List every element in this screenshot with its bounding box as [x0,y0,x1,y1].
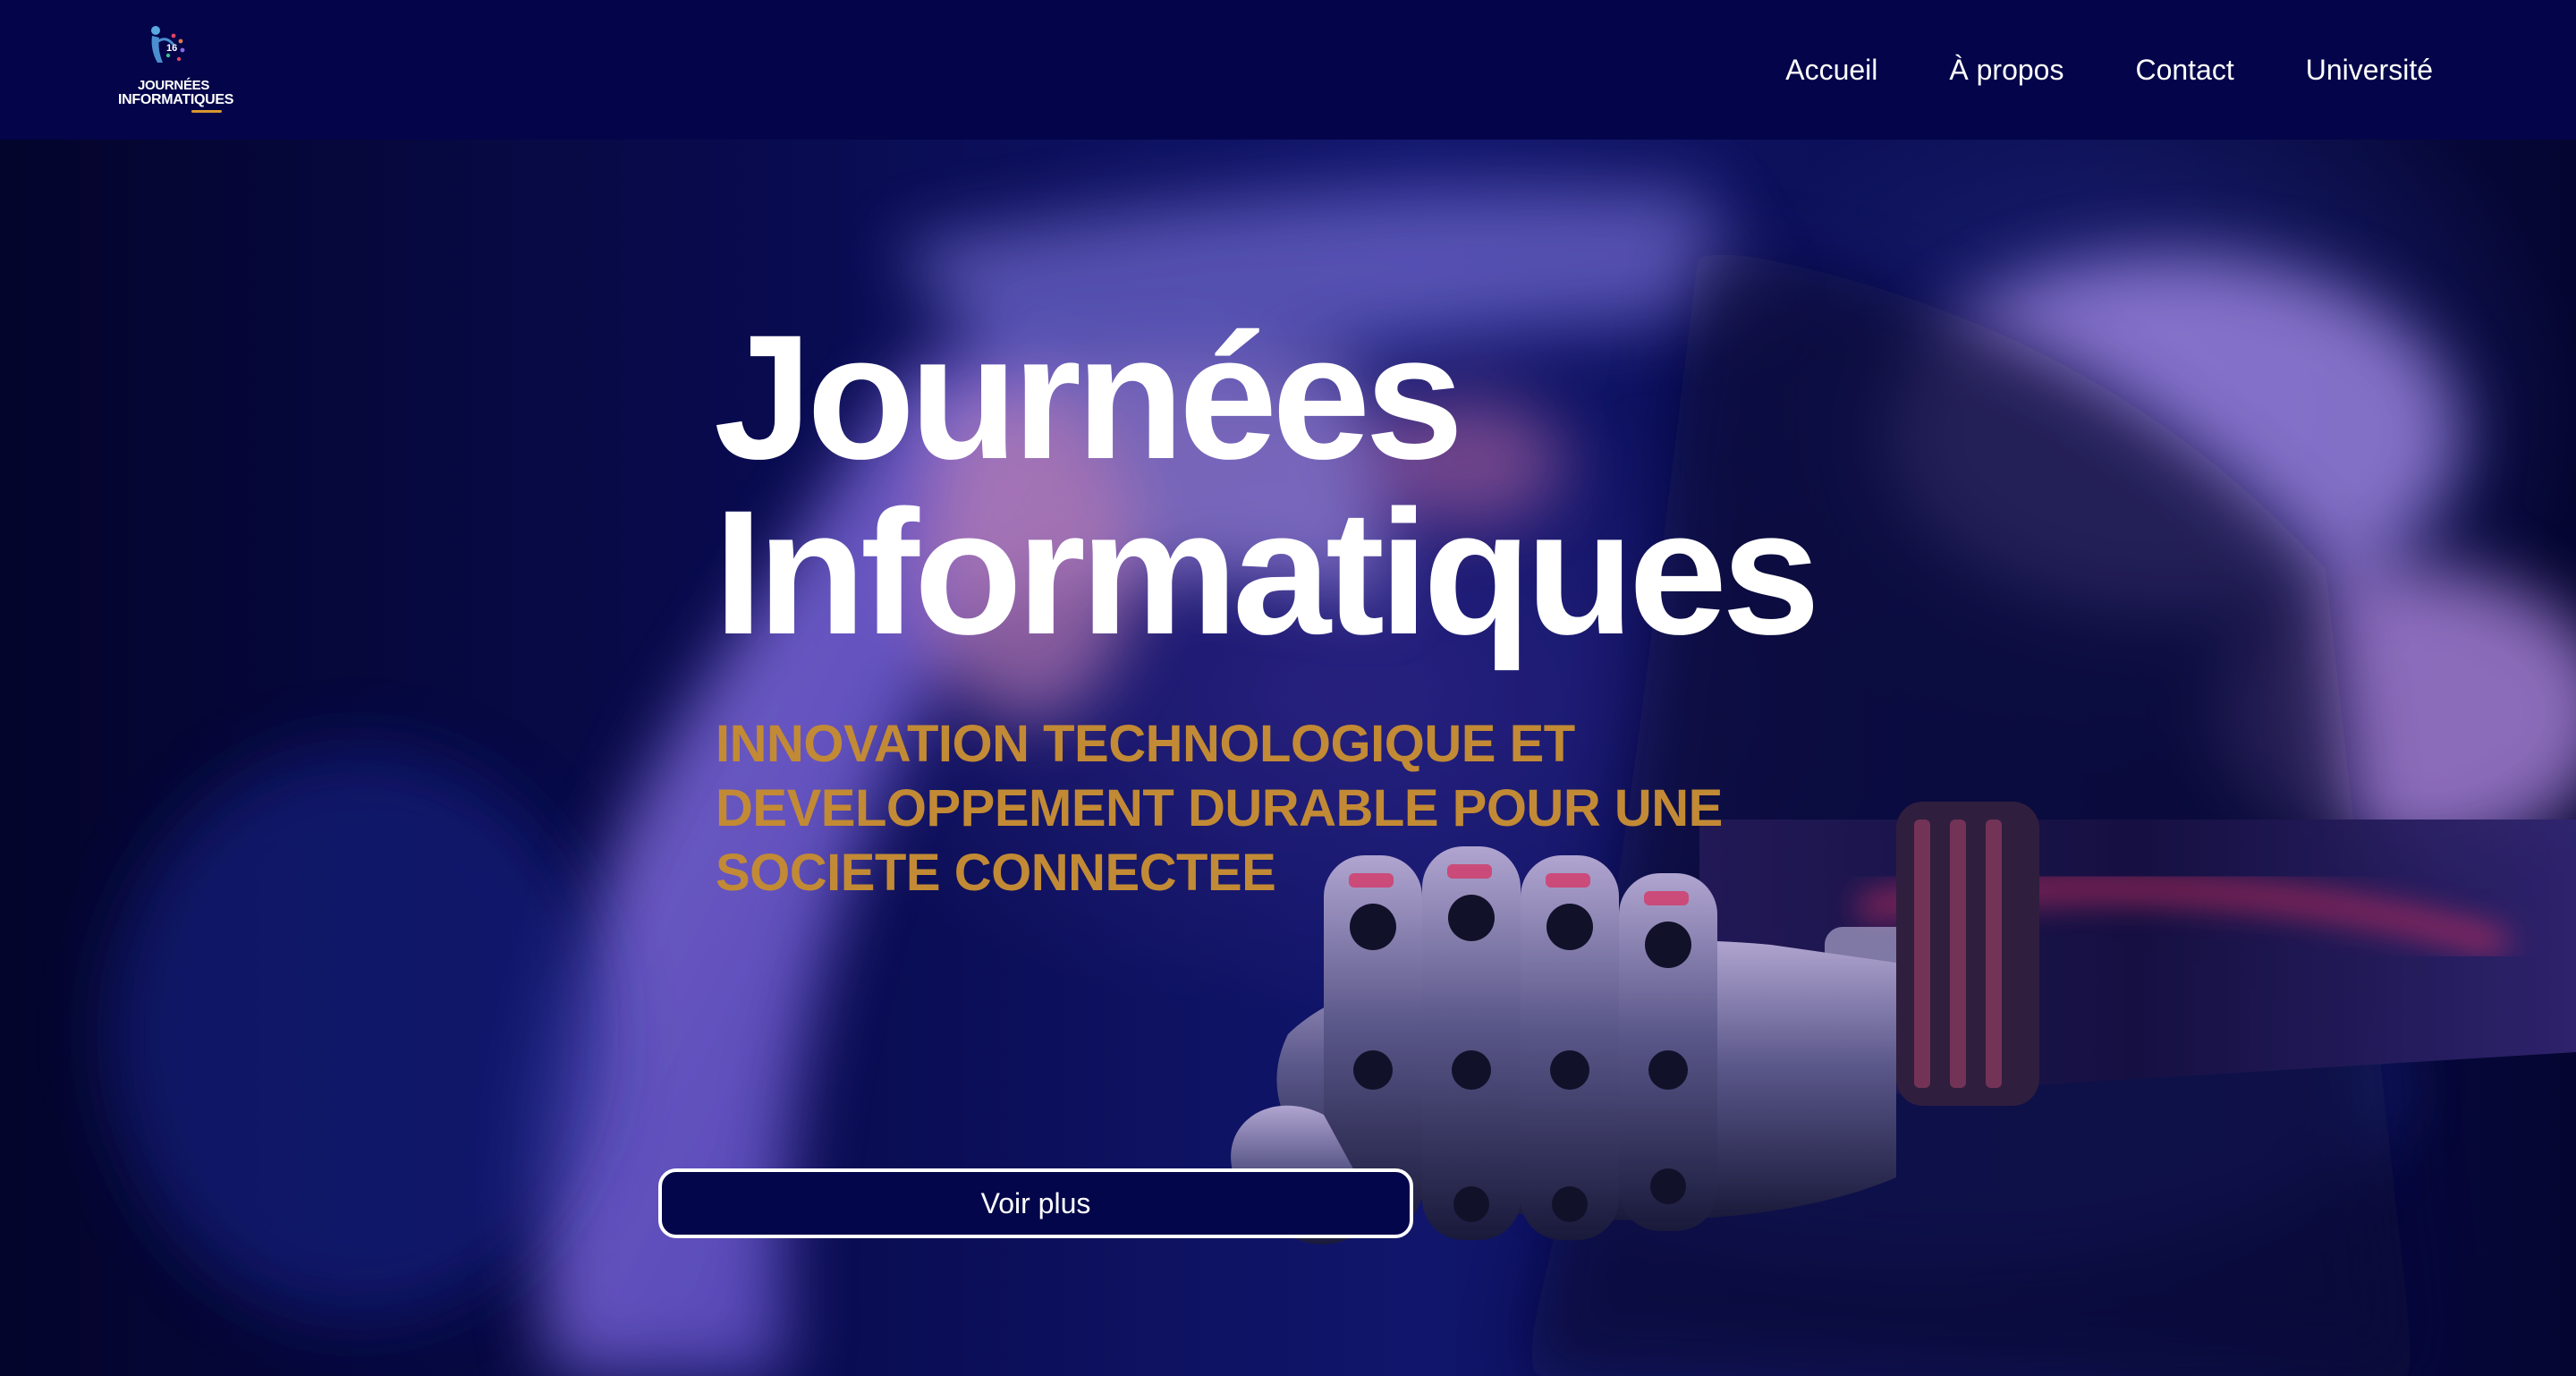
hero-subtitle-line2: DEVELOPPEMENT DURABLE POUR UNE [716,779,1723,837]
nav-link-a-propos[interactable]: À propos [1949,54,2063,87]
page: 16 JOURNÉES INFORMATIQUES Accueil À prop… [0,0,2576,1376]
hero-section: Journées Informatiques INNOVATION TECHNO… [0,140,2576,1376]
logo-figure-icon: 16 [151,26,185,63]
nav-link-accueil[interactable]: Accueil [1785,54,1877,87]
navbar: 16 JOURNÉES INFORMATIQUES Accueil À prop… [0,0,2576,140]
logo-badge: 16 [166,43,177,54]
hero-subtitle-line3: SOCIETE CONNECTEE [716,844,1276,902]
site-logo[interactable]: 16 JOURNÉES INFORMATIQUES [118,23,234,116]
logo-text-line2: INFORMATIQUES [118,92,234,107]
logo-text-line1: JOURNÉES [137,78,210,93]
hero-title-line2: Informatiques [714,473,1820,671]
nav-link-universite[interactable]: Université [2306,54,2433,87]
nav-link-contact[interactable]: Contact [2135,54,2233,87]
voir-plus-button[interactable]: Voir plus [658,1168,1413,1238]
hero-title: Journées Informatiques [714,298,1820,671]
hero-subtitle: INNOVATION TECHNOLOGIQUE ET DEVELOPPEMEN… [716,712,1789,905]
hero-title-line1: Journées [714,298,1463,496]
main-navigation: Accueil À propos Contact Université [1714,45,2433,95]
hero-subtitle-line1: INNOVATION TECHNOLOGIQUE ET [716,715,1575,773]
logo-underline [191,110,222,113]
